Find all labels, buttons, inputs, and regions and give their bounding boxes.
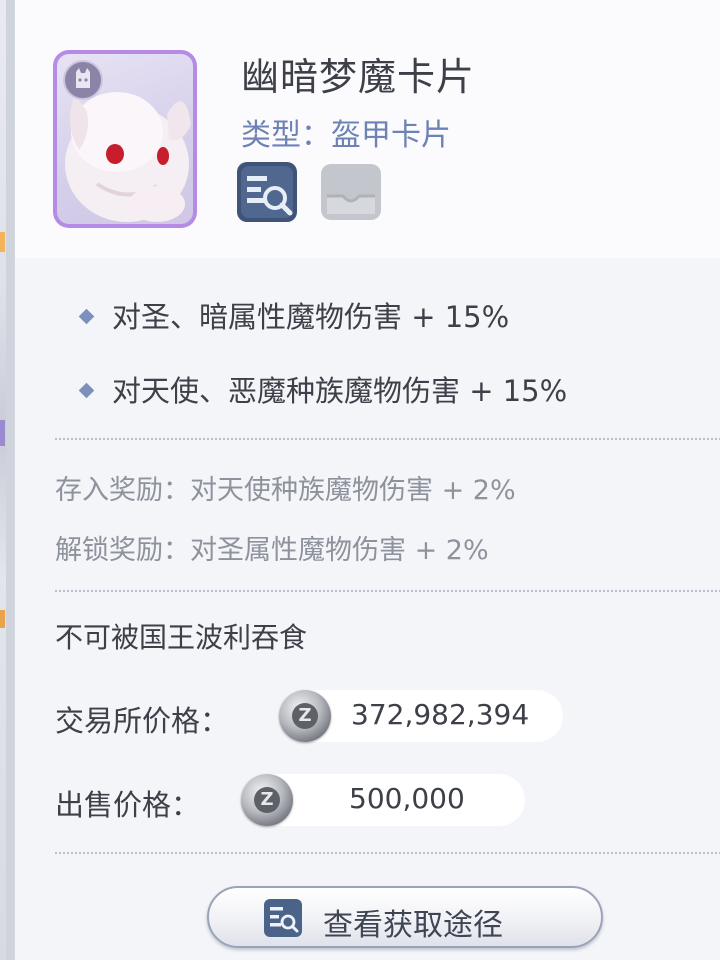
diamond-bullet-icon [78, 382, 95, 398]
card-type: 类型：盔甲卡片 [241, 110, 451, 154]
background-edge-highlight [0, 420, 5, 446]
card-title: 幽暗梦魔卡片 [241, 55, 476, 99]
card-slot-icon [321, 164, 381, 220]
card-art-image [57, 54, 193, 224]
stat-text: 对天使、恶魔种族魔物伤害 + 15% [112, 374, 568, 408]
section-divider [55, 590, 720, 592]
tooltip-header: 幽暗梦魔卡片 类型：盔甲卡片 [15, 0, 720, 258]
deposit-bonus: 存入奖励：对天使种族魔物伤害 + 2% [55, 475, 516, 506]
stat-text: 对圣、暗属性魔物伤害 + 15% [112, 300, 510, 334]
view-acquisition-button[interactable]: 查看获取途径 [207, 886, 603, 948]
card-type-label: 类型： [241, 118, 331, 153]
card-type-value: 盔甲卡片 [331, 118, 451, 153]
view-acquisition-label: 查看获取途径 [323, 908, 503, 943]
section-divider [55, 438, 720, 440]
stat-line: 对天使、恶魔种族魔物伤害 + 15% [78, 368, 568, 410]
background-edge-highlight [0, 610, 5, 628]
exchange-price-value: 372,982,394 [351, 698, 530, 731]
unlock-bonus: 解锁奖励：对圣属性魔物伤害 + 2% [55, 535, 489, 566]
section-divider [55, 852, 720, 854]
card-rank-badge-icon [63, 60, 103, 100]
view-details-icon [264, 899, 302, 937]
background-edge [0, 0, 6, 960]
zeny-coin-icon: Z [241, 774, 293, 826]
sell-price-label: 出售价格： [55, 788, 201, 822]
view-details-button[interactable] [235, 160, 299, 224]
item-tooltip-panel: 幽暗梦魔卡片 类型：盔甲卡片 对圣、暗属性魔物伤害 + 15% 对天使、恶魔种族… [14, 0, 720, 960]
exchange-price-label: 交易所价格： [55, 704, 230, 738]
diamond-bullet-icon [78, 308, 95, 324]
stat-line: 对圣、暗属性魔物伤害 + 15% [78, 294, 510, 336]
view-details-icon [237, 162, 297, 222]
zeny-coin-icon: Z [279, 690, 331, 742]
background-edge-highlight [0, 232, 5, 252]
sell-price-value: 500,000 [349, 782, 465, 815]
card-thumbnail [53, 50, 197, 228]
restriction-note: 不可被国王波利吞食 [55, 621, 308, 654]
card-slot-button[interactable] [319, 160, 383, 224]
